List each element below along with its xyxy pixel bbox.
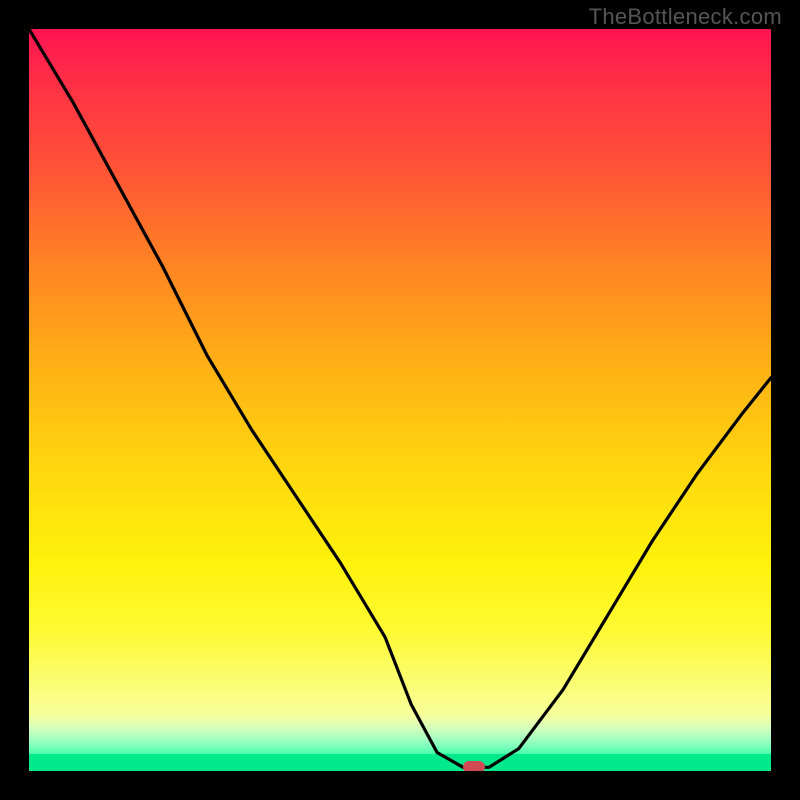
watermark-text: TheBottleneck.com	[589, 4, 782, 30]
curve-path	[29, 29, 771, 767]
chart-frame: TheBottleneck.com	[0, 0, 800, 800]
bottleneck-curve	[29, 29, 771, 771]
plot-area	[29, 29, 771, 771]
optimal-point-marker	[463, 761, 485, 771]
